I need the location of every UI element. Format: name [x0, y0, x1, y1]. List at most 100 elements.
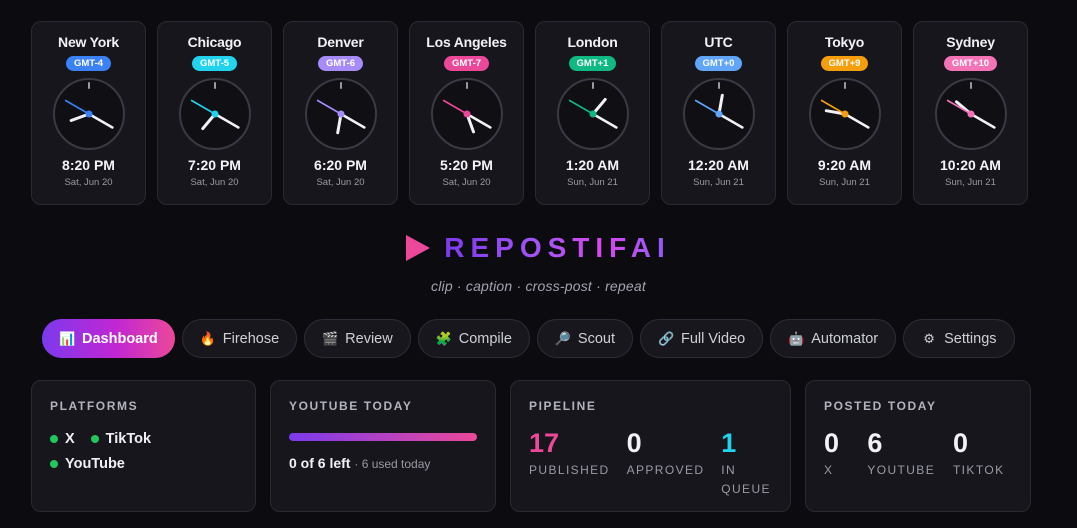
metric-label: IN QUEUE: [721, 463, 771, 496]
clock-card: Denver GMT-6 6:20 PM Sat, Jun 20: [283, 21, 398, 205]
youtube-used: · 6 used today: [354, 457, 431, 471]
metric-value: 1: [721, 428, 737, 458]
clock-city: UTC: [704, 34, 733, 50]
tab-dashboard[interactable]: 📊 Dashboard: [42, 319, 175, 358]
metric-value: 0: [952, 428, 968, 458]
clock-date: Sun, Jun 21: [567, 177, 618, 188]
metric-label: X: [824, 463, 834, 477]
clock-city: New York: [58, 34, 119, 50]
tab-label: Compile: [458, 330, 512, 347]
status-dot-icon: [90, 435, 99, 443]
metric-tiktok: 0 TIKTOK: [953, 429, 1012, 480]
gear-icon: ⚙: [923, 330, 935, 346]
clock-date: Sun, Jun 21: [945, 177, 996, 188]
tab-label: Firehose: [222, 330, 280, 347]
metric-value: 6: [867, 428, 883, 458]
tab-review[interactable]: 🎬 Review: [304, 319, 411, 358]
clock-card: Los Angeles GMT-7 5:20 PM Sat, Jun 20: [409, 21, 524, 205]
clock-time: 7:20 PM: [188, 157, 241, 173]
clock-face: [682, 78, 755, 150]
clock-face: [52, 78, 125, 150]
status-dot-icon: [50, 460, 58, 468]
metric-value: 0: [824, 428, 840, 458]
play-icon: [406, 235, 431, 261]
clapperboard-icon: 🎬: [322, 330, 339, 346]
brand-header: REPOSTIFAI: [0, 232, 1077, 266]
tab-label: Full Video: [681, 330, 746, 347]
clock-face: [430, 78, 503, 150]
metric-value: 0: [626, 428, 642, 458]
clock-city: Sydney: [946, 34, 995, 50]
metric-published: 17 PUBLISHED: [529, 429, 627, 499]
youtube-today-card: YOUTUBE TODAY 0 of 6 left · 6 used today: [270, 380, 496, 512]
card-title: YOUTUBE TODAY: [289, 399, 413, 413]
clock-face: [304, 78, 377, 150]
gmt-badge: GMT+9: [820, 56, 869, 71]
clock-face: [934, 78, 1007, 150]
clock-date: Sun, Jun 21: [819, 177, 870, 188]
clock-time: 6:20 PM: [314, 157, 367, 173]
clock-card: Tokyo GMT+9 9:20 AM Sun, Jun 21: [787, 21, 902, 205]
clock-face: [178, 78, 251, 150]
gmt-badge: GMT-5: [191, 56, 238, 71]
posted-today-card: POSTED TODAY 0 X 6 YOUTUBE 0 TIKTOK: [805, 380, 1031, 512]
main-nav: 📊 Dashboard 🔥 Firehose 🎬 Review 🧩 Compil…: [42, 319, 1015, 358]
clock-city: Tokyo: [824, 34, 865, 50]
gmt-badge: GMT+1: [568, 56, 617, 71]
clock-center-dot: [337, 110, 344, 118]
platform-youtube: YouTube: [50, 456, 125, 472]
tab-scout[interactable]: 🔎 Scout: [536, 319, 633, 358]
clock-center-dot: [211, 110, 218, 118]
tab-compile[interactable]: 🧩 Compile: [417, 319, 530, 358]
clock-center-dot: [841, 110, 848, 118]
clock-date: Sat, Jun 20: [442, 177, 491, 188]
gmt-badge: GMT-4: [65, 56, 112, 71]
status-dot-icon: [50, 435, 58, 443]
tab-label: Scout: [577, 330, 615, 347]
metric-label: TIKTOK: [952, 463, 1005, 477]
gmt-badge: GMT-7: [443, 56, 490, 71]
clock-card: Chicago GMT-5 7:20 PM Sat, Jun 20: [157, 21, 272, 205]
magnifier-icon: 🔎: [554, 330, 572, 346]
clock-center-dot: [967, 110, 974, 118]
tab-label: Review: [345, 330, 393, 347]
clock-time: 1:20 AM: [565, 157, 620, 173]
gmt-badge: GMT+0: [694, 56, 743, 71]
card-title: PIPELINE: [529, 399, 597, 413]
clock-card: London GMT+1 1:20 AM Sun, Jun 21: [535, 21, 650, 205]
clock-time: 5:20 PM: [440, 157, 493, 173]
clock-time: 9:20 AM: [817, 157, 872, 173]
brand-name: REPOSTIFAI: [444, 232, 671, 263]
metric-youtube: 6 YOUTUBE: [867, 429, 953, 480]
clock-time: 12:20 AM: [688, 157, 749, 173]
gmt-badge: GMT-6: [317, 56, 364, 71]
clock-city: Chicago: [187, 34, 242, 50]
metric-in-queue: 1 IN QUEUE: [721, 429, 772, 499]
clock-city: Los Angeles: [426, 34, 507, 50]
metric-label: YOUTUBE: [867, 463, 936, 477]
clock-center-dot: [589, 110, 596, 118]
tab-label: Automator: [811, 330, 879, 347]
world-clocks: New York GMT-4 8:20 PM Sat, Jun 20 Chica…: [31, 21, 1028, 205]
metric-label: APPROVED: [626, 463, 705, 477]
clock-center-dot: [715, 110, 722, 118]
chart-icon: 📊: [59, 330, 76, 346]
link-icon: 🔗: [658, 330, 675, 346]
clock-center-dot: [463, 110, 470, 118]
gmt-badge: GMT+10: [943, 56, 998, 71]
platform-x: X: [50, 431, 75, 447]
platform-tiktok: TikTok: [90, 431, 151, 447]
tab-label: Dashboard: [82, 330, 158, 347]
card-title: PLATFORMS: [50, 399, 139, 413]
tab-automator[interactable]: 🤖 Automator: [770, 319, 897, 358]
brand-tagline: clip · caption · cross-post · repeat: [431, 278, 646, 294]
metric-value: 17: [529, 428, 560, 458]
youtube-quota-bar: [289, 433, 477, 441]
tab-settings[interactable]: ⚙ Settings: [903, 319, 1015, 358]
tab-full-video[interactable]: 🔗 Full Video: [640, 319, 764, 358]
clock-time: 8:20 PM: [62, 157, 115, 173]
pipeline-card: PIPELINE 17 PUBLISHED 0 APPROVED 1 IN QU…: [510, 380, 791, 512]
tab-firehose[interactable]: 🔥 Firehose: [181, 319, 298, 358]
metric-approved: 0 APPROVED: [627, 429, 722, 499]
clock-card: UTC GMT+0 12:20 AM Sun, Jun 21: [661, 21, 776, 205]
